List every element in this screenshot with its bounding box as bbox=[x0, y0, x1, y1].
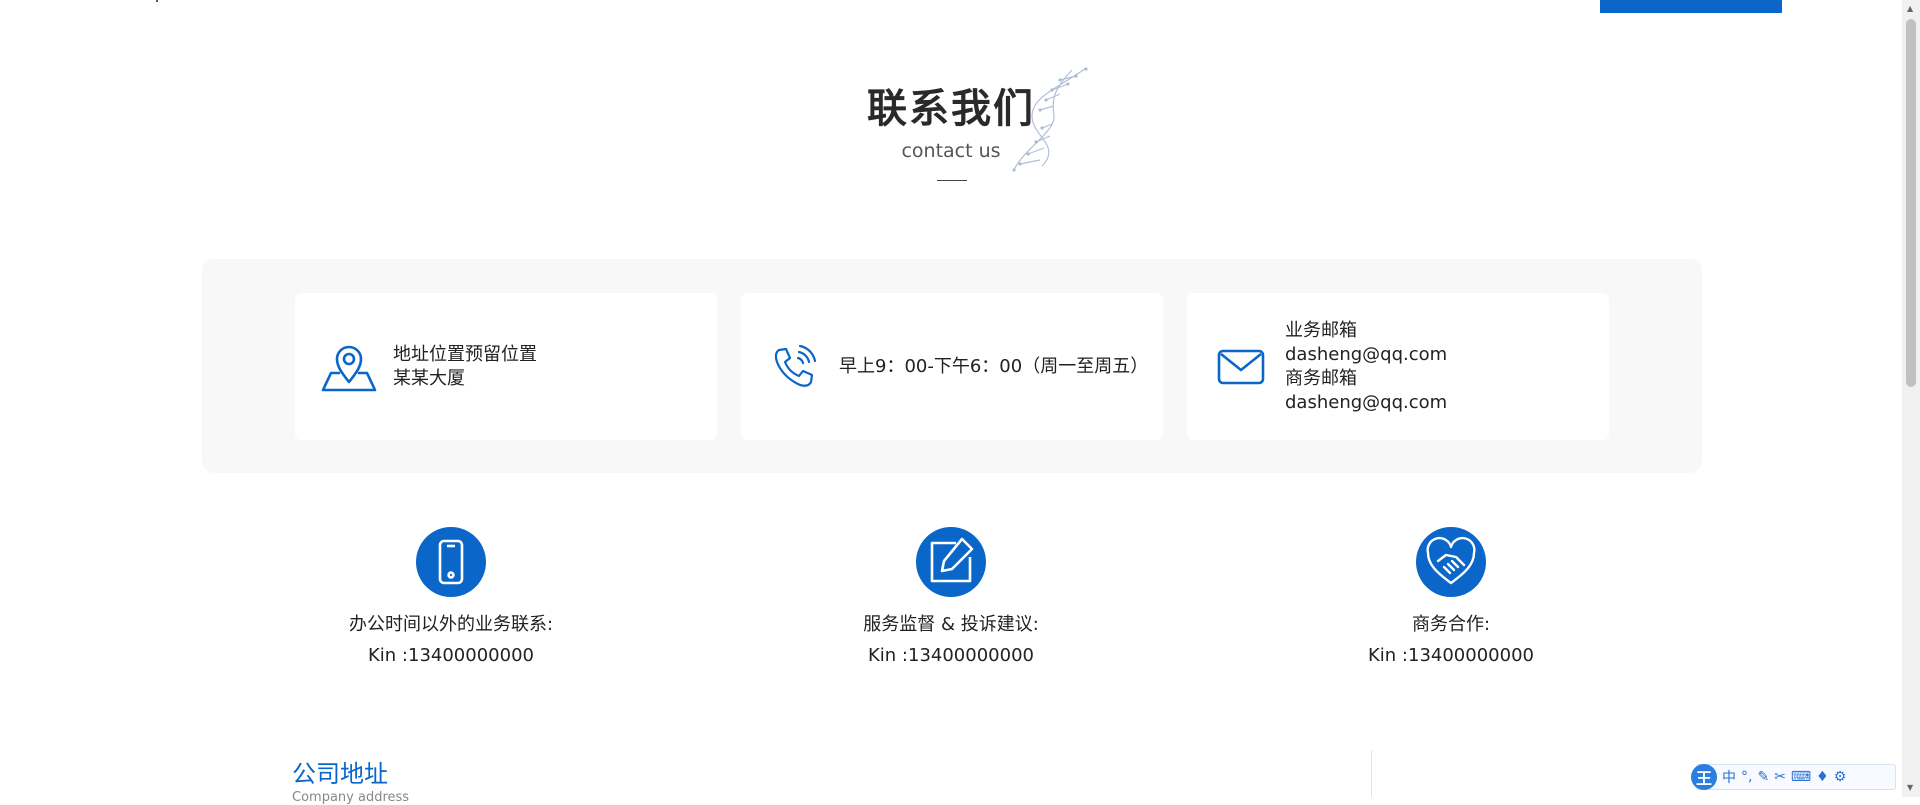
mail-icon bbox=[1217, 349, 1265, 384]
business-email-label: 业务邮箱 bbox=[1285, 319, 1357, 341]
page-subtitle: contact us bbox=[901, 140, 1001, 162]
keyboard-icon[interactable]: ⌨ bbox=[1791, 769, 1811, 785]
scissors-icon[interactable]: ✂ bbox=[1774, 769, 1786, 785]
feature-business: 商务合作: Kin :13400000000 bbox=[1241, 527, 1661, 666]
ime-logo[interactable]: 王 bbox=[1691, 764, 1717, 790]
scroll-down-icon[interactable]: ▼ bbox=[1907, 783, 1913, 792]
business-hours: 早上9：00-下午6：00（周一至周五） bbox=[839, 355, 1149, 377]
phone-call-icon bbox=[774, 344, 817, 387]
feature-contact: Kin :13400000000 bbox=[868, 645, 1034, 666]
commerce-email-label: 商务邮箱 bbox=[1285, 367, 1357, 389]
scrollbar-thumb[interactable] bbox=[1906, 19, 1916, 387]
address-line-1: 地址位置预留位置 bbox=[393, 343, 537, 365]
mobile-phone-icon bbox=[416, 527, 486, 597]
title-underline bbox=[937, 180, 967, 181]
edit-icon bbox=[916, 527, 986, 597]
feature-complaints: 服务监督 & 投诉建议: Kin :13400000000 bbox=[741, 527, 1161, 666]
handshake-heart-icon bbox=[1416, 527, 1486, 597]
address-card: 地址位置预留位置 某某大厦 bbox=[295, 293, 717, 440]
company-address-title: 公司地址 bbox=[292, 760, 388, 788]
hours-card: 早上9：00-下午6：00（周一至周五） bbox=[741, 293, 1163, 440]
feature-after-hours: 办公时间以外的业务联系: Kin :13400000000 bbox=[241, 527, 661, 666]
top-edge-mark bbox=[156, 0, 158, 2]
top-nav-button[interactable] bbox=[1600, 0, 1782, 13]
settings-icon[interactable]: ⚙ bbox=[1834, 769, 1847, 785]
location-map-icon bbox=[321, 345, 377, 391]
page-title: 联系我们 bbox=[867, 86, 1035, 132]
feature-title: 商务合作: bbox=[1411, 614, 1491, 635]
commerce-email[interactable]: dasheng@qq.com bbox=[1285, 391, 1447, 415]
skin-icon[interactable]: ♦ bbox=[1816, 769, 1829, 785]
pen-icon[interactable]: ✎ bbox=[1757, 769, 1769, 785]
section-divider bbox=[1371, 750, 1372, 797]
punctuation-icon[interactable]: °, bbox=[1741, 769, 1752, 785]
business-email[interactable]: dasheng@qq.com bbox=[1285, 343, 1447, 367]
address-line-2: 某某大厦 bbox=[393, 367, 465, 389]
scroll-up-icon[interactable]: ▲ bbox=[1907, 4, 1913, 13]
email-card: 业务邮箱 dasheng@qq.com 商务邮箱 dasheng@qq.com bbox=[1187, 293, 1609, 440]
ime-toolbar[interactable]: 王 中 °, ✎ ✂ ⌨ ♦ ⚙ bbox=[1691, 764, 1896, 790]
ime-mode-toggle[interactable]: 中 bbox=[1722, 767, 1736, 787]
company-address-subtitle: Company address bbox=[292, 790, 410, 805]
feature-title: 服务监督 & 投诉建议: bbox=[863, 614, 1039, 635]
feature-contact: Kin :13400000000 bbox=[1368, 645, 1534, 666]
feature-contact: Kin :13400000000 bbox=[368, 645, 534, 666]
vertical-scrollbar[interactable]: ▲ ▼ bbox=[1902, 0, 1920, 797]
feature-title: 办公时间以外的业务联系: bbox=[348, 614, 554, 635]
